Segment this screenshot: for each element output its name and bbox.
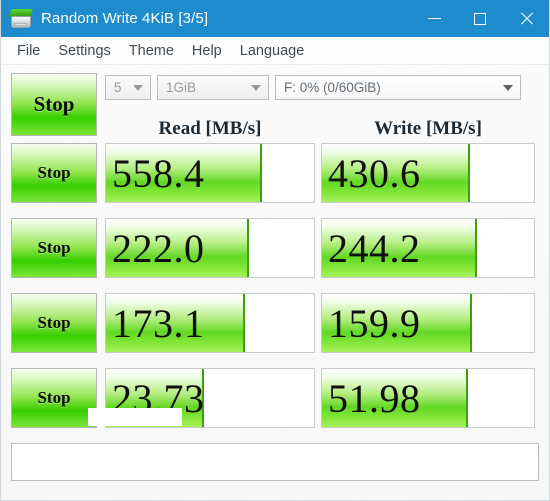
menu-item-theme[interactable]: Theme <box>120 40 183 62</box>
results-list: Stop 558.4 430.6 Stop 222.0 244.2 Stop 1… <box>11 143 539 428</box>
write-score-row-4: 51.98 <box>321 368 535 428</box>
window-title: Random Write 4KiB [3/5] <box>41 10 209 27</box>
menu-bar: File Settings Theme Help Language <box>1 37 549 65</box>
maximize-icon <box>474 12 486 25</box>
write-value-row-4: 51.98 <box>328 375 421 421</box>
chevron-down-icon <box>133 84 143 91</box>
table-row: Stop 222.0 244.2 <box>11 218 539 278</box>
render-artifact-overlay <box>88 408 182 426</box>
chevron-down-icon <box>503 84 513 91</box>
benchmark-button-row-1[interactable]: Stop <box>11 143 97 203</box>
close-icon <box>519 11 534 26</box>
test-count-select[interactable]: 5 <box>105 75 151 100</box>
benchmark-button-row-4[interactable]: Stop <box>11 368 97 428</box>
write-value-row-2: 244.2 <box>328 225 421 271</box>
write-score-row-2: 244.2 <box>321 218 535 278</box>
disk-drive-icon <box>8 8 34 29</box>
target-drive-select[interactable]: F: 0% (0/60GiB) <box>275 75 521 100</box>
main-content: Stop 5 1GiB F: 0% (0/60GiB) Read [MB/s] … <box>1 65 549 428</box>
minimize-icon <box>427 18 441 19</box>
crystaldiskmark-window: Random Write 4KiB [3/5] File Settings Th… <box>0 0 550 501</box>
menu-item-language[interactable]: Language <box>231 40 314 62</box>
chevron-down-icon <box>251 84 261 91</box>
menu-item-file[interactable]: File <box>8 40 49 62</box>
menu-item-settings[interactable]: Settings <box>49 40 119 62</box>
window-controls <box>411 0 549 37</box>
maximize-button[interactable] <box>457 0 503 37</box>
read-column-header: Read [MB/s] <box>158 118 262 139</box>
read-value-row-3: 173.1 <box>112 300 205 346</box>
read-score-row-2: 222.0 <box>105 218 315 278</box>
read-score-row-3: 173.1 <box>105 293 315 353</box>
write-score-row-1: 430.6 <box>321 143 535 203</box>
status-bar <box>11 443 539 481</box>
write-value-row-1: 430.6 <box>328 150 421 196</box>
write-score-row-3: 159.9 <box>321 293 535 353</box>
minimize-button[interactable] <box>411 0 457 37</box>
all-benchmark-button[interactable]: Stop <box>11 73 97 136</box>
title-bar: Random Write 4KiB [3/5] <box>1 0 549 37</box>
column-headers: Read [MB/s] Write [MB/s] <box>105 117 539 141</box>
close-button[interactable] <box>503 0 549 37</box>
read-score-row-1: 558.4 <box>105 143 315 203</box>
table-row: Stop 173.1 159.9 <box>11 293 539 353</box>
benchmark-settings: 5 1GiB F: 0% (0/60GiB) <box>105 73 521 100</box>
table-row: Stop 558.4 430.6 <box>11 143 539 203</box>
read-value-row-1: 558.4 <box>112 150 205 196</box>
benchmark-button-row-2[interactable]: Stop <box>11 218 97 278</box>
write-column-header: Write [MB/s] <box>374 118 482 139</box>
menu-item-help[interactable]: Help <box>183 40 231 62</box>
test-size-select[interactable]: 1GiB <box>157 75 269 100</box>
benchmark-button-row-3[interactable]: Stop <box>11 293 97 353</box>
write-value-row-3: 159.9 <box>328 300 421 346</box>
toolbar: Stop 5 1GiB F: 0% (0/60GiB) <box>11 73 539 136</box>
read-value-row-2: 222.0 <box>112 225 205 271</box>
